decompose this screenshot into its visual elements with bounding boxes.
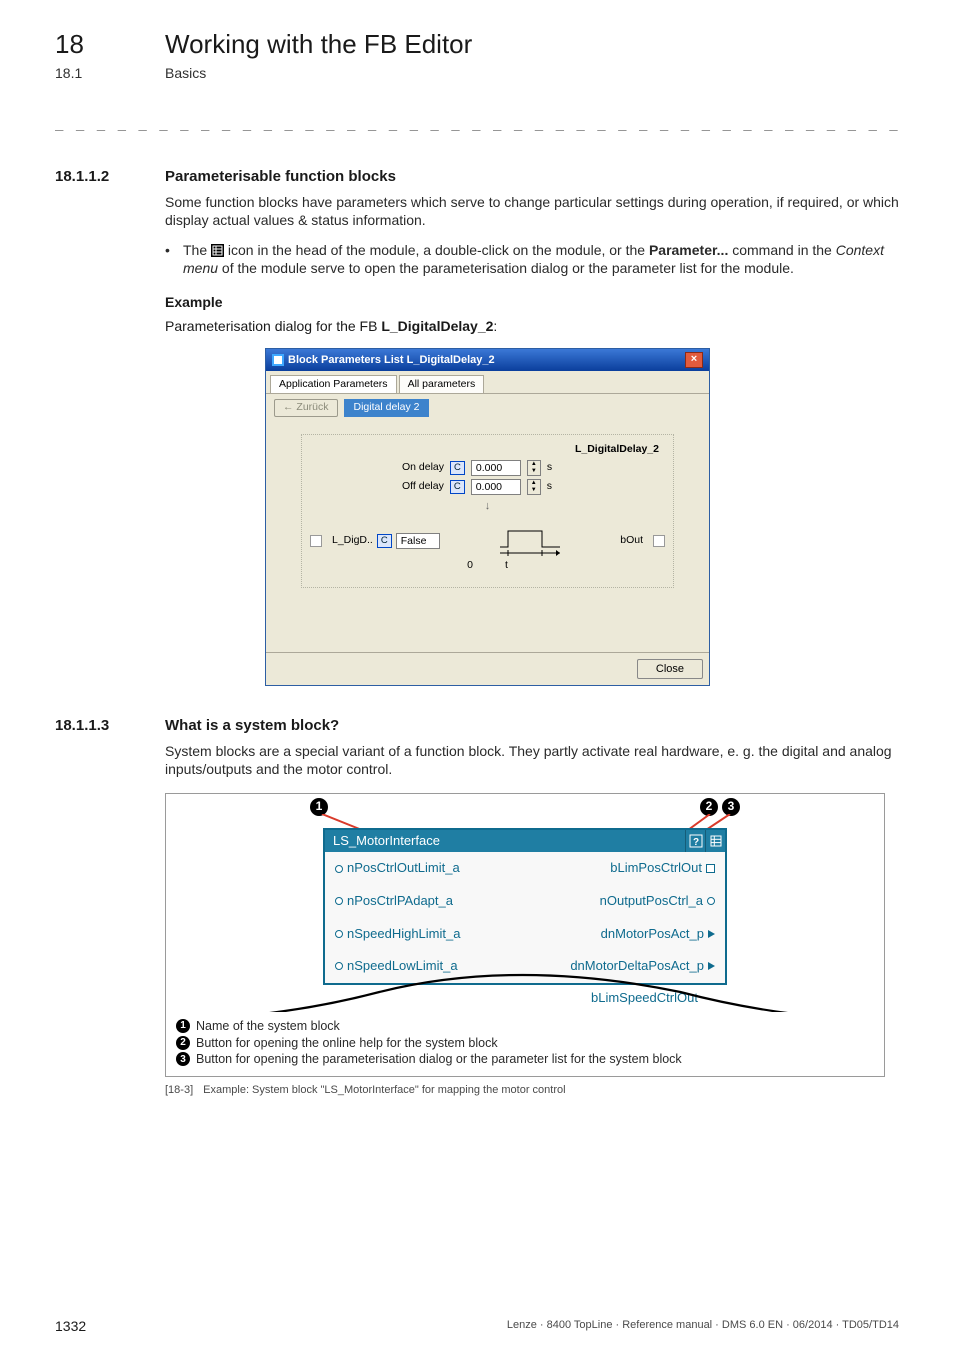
- tab-all-parameters[interactable]: All parameters: [399, 375, 485, 393]
- bullet-text: The icon in the head of the module, a do…: [183, 242, 899, 278]
- axis-label: t: [505, 559, 508, 572]
- legend-bullet-2: 2: [176, 1036, 190, 1050]
- magnifier-curve: [166, 952, 884, 1012]
- output-label: nOutputPosCtrl_a: [600, 893, 703, 910]
- figure-box: 1 2 3 LS_MotorInterface ?: [165, 793, 885, 1078]
- input-port: [335, 930, 343, 938]
- legend-text: Name of the system block: [196, 1018, 340, 1035]
- unit-label: s: [547, 461, 552, 474]
- parameter-icon: [211, 244, 224, 257]
- heading-number: 18.1.1.2: [55, 167, 165, 186]
- code-link[interactable]: C: [377, 534, 392, 548]
- output-port: [706, 864, 715, 873]
- tab-application-parameters[interactable]: Application Parameters: [270, 375, 397, 393]
- help-icon[interactable]: ?: [685, 830, 705, 853]
- code-link[interactable]: C: [450, 480, 465, 494]
- output-port: [708, 930, 715, 938]
- chapter-number: 18: [55, 28, 165, 61]
- app-icon: [272, 354, 284, 366]
- axis-label: 0: [467, 559, 473, 572]
- bullet-dot: •: [165, 242, 183, 278]
- divider: _ _ _ _ _ _ _ _ _ _ _ _ _ _ _ _ _ _ _ _ …: [55, 115, 899, 133]
- svg-text:?: ?: [692, 837, 698, 848]
- close-button[interactable]: Close: [637, 659, 703, 679]
- footer-text: Lenze · 8400 TopLine · Reference manual …: [507, 1318, 899, 1336]
- on-delay-spinner[interactable]: ▲▼: [527, 460, 541, 476]
- legend-text: Button for opening the online help for t…: [196, 1035, 498, 1052]
- figure-number: [18-3]: [165, 1083, 193, 1097]
- fb-instance-name: L_DigitalDelay_2: [310, 443, 665, 456]
- close-icon[interactable]: ×: [685, 352, 703, 368]
- legend-text: Button for opening the parameterisation …: [196, 1051, 682, 1068]
- input-value: False: [396, 533, 440, 549]
- arrow-down-icon: ↓: [310, 499, 665, 513]
- unit-label: s: [547, 480, 552, 493]
- heading-title: What is a system block?: [165, 716, 339, 735]
- output-label: bLimPosCtrlOut: [610, 860, 702, 877]
- chapter-title: Working with the FB Editor: [165, 28, 472, 61]
- figure-caption: Example: System block "LS_MotorInterface…: [203, 1083, 565, 1097]
- input-label: nPosCtrlOutLimit_a: [347, 860, 460, 877]
- example-text: Parameterisation dialog for the FB L_Dig…: [165, 318, 899, 336]
- section-title: Basics: [165, 65, 206, 83]
- off-delay-spinner[interactable]: ▲▼: [527, 479, 541, 495]
- section-number: 18.1: [55, 65, 165, 83]
- input-label: nSpeedHighLimit_a: [347, 926, 460, 943]
- output-name: bOut: [620, 534, 643, 547]
- heading-number: 18.1.1.3: [55, 716, 165, 735]
- parameter-icon[interactable]: [705, 830, 725, 853]
- legend-bullet-3: 3: [176, 1052, 190, 1066]
- breadcrumb[interactable]: Digital delay 2: [344, 399, 430, 416]
- heading-title: Parameterisable function blocks: [165, 167, 396, 186]
- code-link[interactable]: C: [450, 461, 465, 475]
- timing-chart-icon: [498, 525, 562, 557]
- output-label: dnMotorPosAct_p: [601, 926, 704, 943]
- input-port: [335, 897, 343, 905]
- off-delay-input[interactable]: 0.000: [471, 479, 521, 495]
- back-button[interactable]: ← Zurück: [274, 399, 338, 416]
- system-block-name: LS_MotorInterface: [325, 830, 685, 853]
- body-paragraph: System blocks are a special variant of a…: [165, 743, 899, 779]
- body-paragraph: Some function blocks have parameters whi…: [165, 194, 899, 230]
- output-port: [653, 535, 665, 547]
- output-port: [707, 897, 715, 905]
- example-heading: Example: [165, 294, 899, 312]
- on-delay-label: On delay: [402, 461, 444, 474]
- dialog-title: Block Parameters List L_DigitalDelay_2: [288, 353, 685, 367]
- input-port: [310, 535, 322, 547]
- input-name: L_DigD..: [332, 534, 373, 547]
- input-label: nPosCtrlPAdapt_a: [347, 893, 453, 910]
- parameter-dialog: Block Parameters List L_DigitalDelay_2 ×…: [265, 348, 710, 686]
- on-delay-input[interactable]: 0.000: [471, 460, 521, 476]
- input-port: [335, 865, 343, 873]
- page-number: 1332: [55, 1318, 86, 1336]
- off-delay-label: Off delay: [402, 480, 444, 493]
- legend-bullet-1: 1: [176, 1019, 190, 1033]
